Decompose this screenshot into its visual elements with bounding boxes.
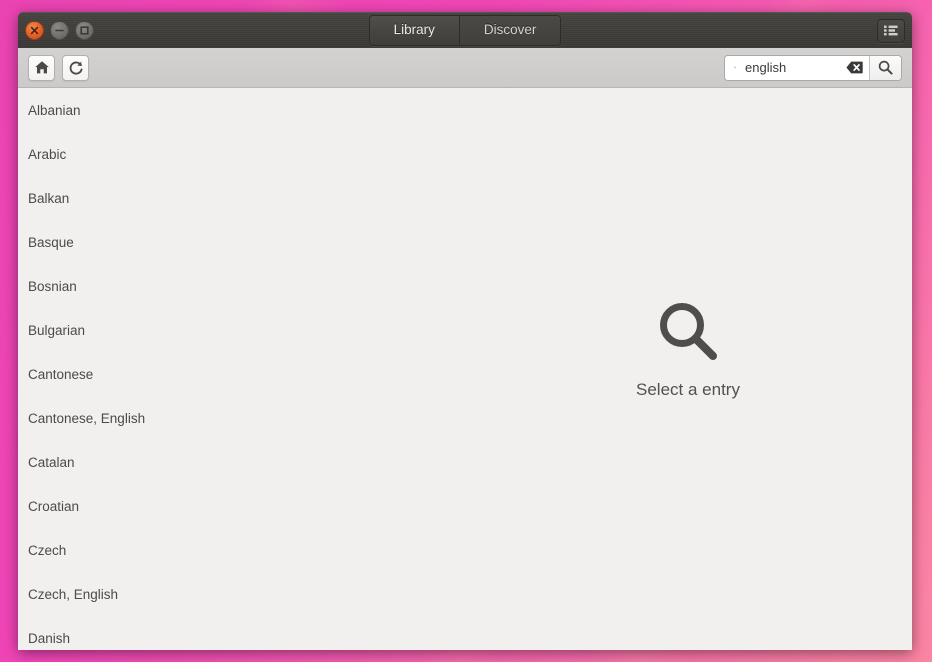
- titlebar[interactable]: Library Discover: [18, 12, 912, 48]
- list-item[interactable]: Bulgarian: [18, 308, 464, 352]
- tab-library[interactable]: Library: [369, 16, 459, 45]
- list-item[interactable]: Czech, English: [18, 572, 464, 616]
- search-entry[interactable]: [725, 55, 869, 80]
- home-icon: [34, 61, 49, 74]
- list-item[interactable]: Balkan: [18, 176, 464, 220]
- clear-icon: [846, 61, 863, 74]
- window-controls: [25, 21, 94, 40]
- search-area: [724, 54, 902, 81]
- list-item[interactable]: Czech: [18, 528, 464, 572]
- maximize-button[interactable]: [75, 21, 94, 40]
- reload-button[interactable]: [62, 54, 89, 81]
- list-item[interactable]: Basque: [18, 220, 464, 264]
- search-icon: [878, 60, 893, 75]
- view-tabs: Library Discover: [18, 15, 912, 46]
- maximize-icon: [80, 26, 89, 35]
- clear-search-button[interactable]: [846, 61, 863, 74]
- magnifier-icon: [656, 299, 720, 368]
- entry-list[interactable]: Albanian Arabic Balkan Basque Bosnian Bu…: [18, 88, 464, 650]
- app-menu-button[interactable]: [877, 18, 905, 43]
- detail-pane: Select a entry: [464, 88, 912, 650]
- close-button[interactable]: [25, 21, 44, 40]
- list-item[interactable]: Arabic: [18, 132, 464, 176]
- close-icon: [30, 26, 39, 35]
- list-menu-icon: [884, 25, 898, 36]
- search-input[interactable]: [745, 60, 837, 75]
- placeholder-text: Select a entry: [636, 379, 740, 399]
- home-button[interactable]: [28, 54, 55, 81]
- toolbar: [18, 48, 912, 88]
- search-submit-button[interactable]: [869, 55, 901, 80]
- list-item[interactable]: Catalan: [18, 440, 464, 484]
- search-icon: [734, 66, 736, 69]
- list-item[interactable]: Croatian: [18, 484, 464, 528]
- content-area: Albanian Arabic Balkan Basque Bosnian Bu…: [18, 88, 912, 650]
- list-item[interactable]: Danish: [18, 616, 464, 650]
- list-item[interactable]: Bosnian: [18, 264, 464, 308]
- reload-icon: [69, 61, 82, 75]
- tab-discover[interactable]: Discover: [458, 16, 561, 45]
- application-window: Library Discover english Albanian Arabic…: [18, 12, 912, 650]
- minimize-button[interactable]: [50, 21, 69, 40]
- list-item[interactable]: Cantonese, English: [18, 396, 464, 440]
- list-item[interactable]: Albanian: [18, 88, 464, 132]
- list-item[interactable]: Cantonese: [18, 352, 464, 396]
- minimize-icon: [55, 29, 64, 32]
